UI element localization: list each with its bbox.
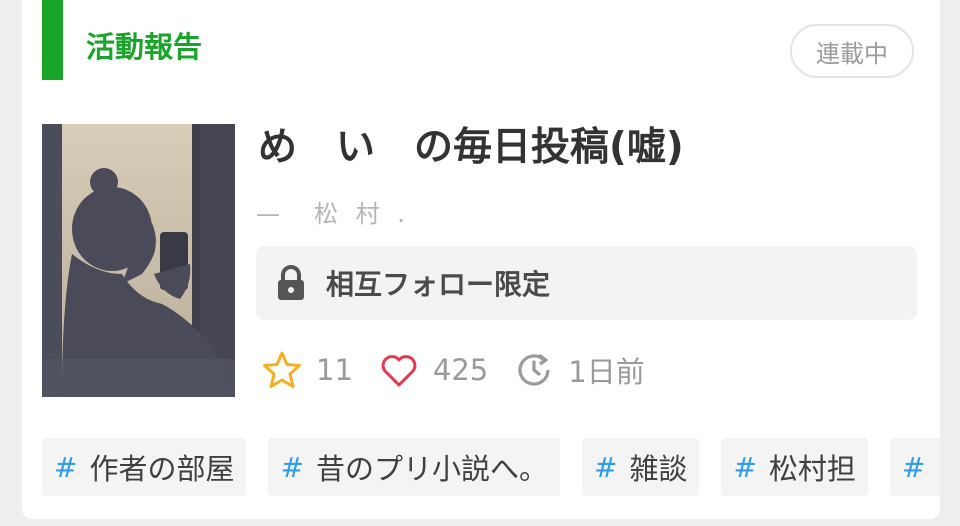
work-title[interactable]: め い の毎日投稿(嘘) — [258, 128, 684, 167]
tag-item[interactable]: # 松村担 — [721, 438, 868, 496]
tag-label: 雑談 — [629, 452, 688, 486]
like-count: 425 — [432, 353, 489, 387]
heart-icon — [379, 350, 419, 390]
hash-icon: # — [733, 450, 757, 484]
lock-icon — [276, 263, 306, 303]
stats-row: 11 425 1日前 — [262, 348, 671, 392]
restriction-label: 相互フォロー限定 — [326, 268, 551, 301]
star-icon — [262, 350, 302, 390]
category-label: 活動報告 — [86, 30, 203, 64]
tag-label: 作者の部屋 — [89, 452, 235, 486]
tag-list: # 作者の部屋 # 昔のプリ小説へ。 # 雑談 # 松村担 # — [42, 438, 940, 496]
hash-icon: # — [280, 450, 304, 484]
hash-icon: # — [593, 450, 618, 484]
tag-label: 松村担 — [768, 452, 856, 486]
restriction-banner: 相互フォロー限定 — [256, 246, 917, 320]
tag-item[interactable]: # 雑談 — [581, 438, 700, 496]
tag-label: 昔のプリ小説へ。 — [315, 452, 548, 486]
updated-time: 1日前 — [568, 355, 645, 389]
hash-icon: # — [54, 450, 78, 484]
author-name[interactable]: — 松 村 . — [256, 194, 410, 229]
status-badge: 連載中 — [790, 24, 914, 78]
star-count: 11 — [316, 353, 353, 387]
status-label: 連載中 — [816, 39, 888, 68]
hash-icon: # — [901, 450, 926, 484]
tag-item[interactable]: # 作者の部屋 — [42, 438, 247, 496]
category-accent-bar — [42, 0, 63, 80]
update-clock-icon — [514, 350, 554, 390]
tag-item[interactable]: # 昔のプリ小説へ。 — [268, 438, 560, 496]
work-card[interactable]: 活動報告 連載中 め い の毎日投稿(嘘) — 松 村 . 相互フォロー限定 1… — [22, 0, 940, 519]
cover-silhouette — [42, 124, 235, 397]
cover-image[interactable] — [42, 124, 235, 397]
tag-item[interactable]: # — [889, 438, 940, 496]
